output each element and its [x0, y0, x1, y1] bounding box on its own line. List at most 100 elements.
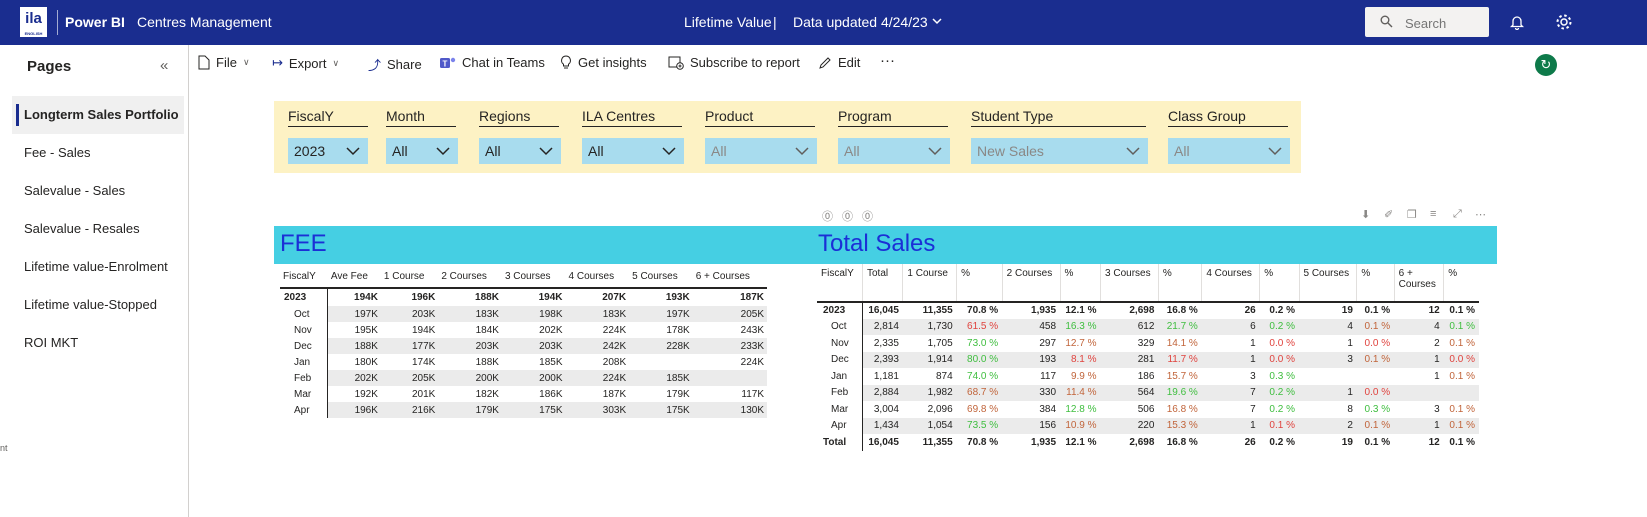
column-header[interactable]: % [1259, 264, 1299, 303]
table-cell: 329 [1137, 337, 1155, 349]
collapse-pane-icon[interactable]: « [160, 57, 168, 74]
column-header[interactable]: 1 Course [380, 266, 439, 289]
program-dropdown[interactable]: All [838, 138, 950, 164]
table-cell: 205K [380, 370, 439, 386]
table-cell: 2,335 [873, 337, 899, 349]
row-label: Oct [817, 318, 863, 335]
column-header[interactable]: 2 Courses [438, 266, 502, 289]
regions-dropdown[interactable]: All [479, 138, 561, 164]
column-header[interactable]: 4 Courses [565, 266, 630, 289]
page-fee-sales[interactable]: Fee - Sales [12, 134, 184, 172]
drill-up-icon[interactable]: ⓪ [822, 208, 833, 224]
fee-table: FiscalY Ave Fee 1 Course 2 Courses 3 Courses… [280, 266, 767, 418]
filter-icon[interactable]: ≡ [1430, 208, 1436, 220]
table-cell: 207K [602, 292, 627, 303]
column-header[interactable]: Ave Fee [327, 266, 381, 289]
chat-in-teams-button[interactable]: T Chat in Teams [440, 55, 545, 70]
fiscaly-dropdown[interactable]: 2023 [288, 138, 368, 164]
fee-header-row: FiscalY Ave Fee 1 Course 2 Courses 3 Courses… [280, 266, 767, 289]
column-header[interactable]: 4 Courses [1201, 264, 1260, 303]
column-header[interactable]: % [956, 264, 1003, 303]
export-icon: ↦ [272, 55, 283, 70]
table-cell: 196K [327, 402, 381, 418]
table-cell: 564 [1100, 384, 1159, 401]
page-lifetime-value-enrolment[interactable]: Lifetime value-Enrolment [12, 248, 184, 286]
table-cell: 187K [602, 388, 627, 400]
search-input[interactable] [1405, 13, 1485, 33]
app-name[interactable]: Power BI [65, 14, 125, 30]
table-cell: 16.8 % [1166, 305, 1198, 317]
month-dropdown[interactable]: All [386, 138, 458, 164]
column-header[interactable]: 6 + Courses [1393, 264, 1444, 303]
table-cell: 197K [327, 306, 381, 322]
table-cell: 0.1 % [1443, 318, 1479, 335]
page-longterm-sales-portfolio[interactable]: Longterm Sales Portfolio [12, 96, 184, 134]
notification-bell-icon[interactable] [1510, 14, 1524, 30]
table-cell: 0.3 % [1364, 403, 1391, 415]
focus-mode-icon[interactable]: ⤢ [1453, 208, 1462, 221]
column-header[interactable]: % [1157, 264, 1202, 303]
column-header[interactable]: 1 Course [902, 264, 957, 303]
chat-label: Chat in Teams [462, 55, 545, 70]
table-cell: 15.3 % [1158, 417, 1202, 434]
expand-hierarchy-icon[interactable]: ⓪ [862, 208, 873, 224]
subscribe-button[interactable]: Subscribe to report [668, 55, 800, 70]
table-cell: 179K [438, 402, 502, 418]
chevron-down-icon[interactable] [931, 15, 943, 27]
drill-down-icon[interactable]: ⓪ [842, 208, 853, 224]
file-menu[interactable]: File ∨ [198, 55, 250, 70]
get-insights-button[interactable]: Get insights [560, 55, 647, 70]
column-header[interactable]: FiscalY [280, 266, 328, 289]
export-menu[interactable]: ↦ Export ∨ [272, 55, 339, 71]
data-updated-label[interactable]: Data updated 4/24/23 [793, 14, 928, 30]
column-header[interactable]: % [1059, 264, 1101, 303]
workspace-name[interactable]: Centres Management [137, 14, 272, 30]
ila-centres-dropdown[interactable]: All [582, 138, 684, 164]
student-type-dropdown[interactable]: New Sales [971, 138, 1148, 164]
drill-mode-icon[interactable]: ⬇ [1361, 208, 1370, 221]
table-row: Jan 1,181 874 74.0 % 117 9.9 % 186 15.7 % 3 0.3 %… [817, 368, 1479, 385]
table-cell: 12.7 % [1065, 337, 1097, 349]
slicer-student-type: Student Type New Sales [971, 108, 1148, 164]
page-salevalue-resales[interactable]: Salevalue - Resales [12, 210, 184, 248]
column-header[interactable]: 5 Courses [1298, 264, 1357, 303]
search-icon [1380, 15, 1393, 28]
row-label: 2023 [280, 288, 329, 306]
page-lifetime-value-stopped[interactable]: Lifetime value-Stopped [12, 286, 184, 324]
column-header[interactable]: Total [861, 264, 903, 303]
column-header[interactable]: % [1356, 264, 1395, 303]
chevron-down-icon: ∨ [242, 57, 250, 67]
table-cell: 21.7 % [1158, 318, 1202, 335]
column-header[interactable]: 6 + Courses [692, 266, 767, 289]
gear-icon[interactable] [1555, 13, 1573, 31]
search-box[interactable] [1365, 7, 1489, 37]
chevron-down-icon [539, 138, 553, 172]
column-header[interactable]: % [1443, 264, 1479, 303]
table-cell: 194K [538, 292, 563, 303]
copy-icon[interactable]: ❐ [1407, 208, 1417, 221]
column-header[interactable]: FiscalY [817, 264, 863, 303]
table-cell: 1,434 [862, 417, 903, 434]
table-cell: 0.2 % [1259, 318, 1299, 335]
pin-icon[interactable]: ✐ [1384, 208, 1393, 221]
chevron-down-icon [1126, 138, 1140, 172]
more-options-icon[interactable]: ⋯ [1475, 208, 1486, 221]
edit-button[interactable]: Edit [818, 55, 860, 70]
column-header[interactable]: 5 Courses [629, 266, 693, 289]
table-cell: 192K [354, 388, 378, 400]
page-roi-mkt[interactable]: ROI MKT [12, 324, 184, 362]
share-button[interactable]: ⤴ Share [368, 55, 422, 74]
column-header[interactable]: 2 Courses [1001, 264, 1061, 303]
product-dropdown[interactable]: All [705, 138, 817, 164]
page-salevalue-sales[interactable]: Salevalue - Sales [12, 172, 184, 210]
class-group-dropdown[interactable]: All [1168, 138, 1290, 164]
more-options-icon[interactable]: ··· [880, 52, 895, 69]
slicer-month: Month All [386, 108, 458, 164]
year-total-row: 2023 194K 196K 188K 194K 207K 193K 187K [280, 288, 767, 306]
column-header[interactable]: 3 Courses [1100, 264, 1159, 303]
column-header[interactable]: 3 Courses [501, 266, 566, 289]
refresh-icon[interactable]: ↻ [1535, 54, 1557, 76]
table-cell: 0.0 % [1259, 351, 1299, 368]
ila-logo[interactable]: ila ENGLISH [20, 7, 47, 37]
table-cell: 1 [1299, 384, 1357, 401]
